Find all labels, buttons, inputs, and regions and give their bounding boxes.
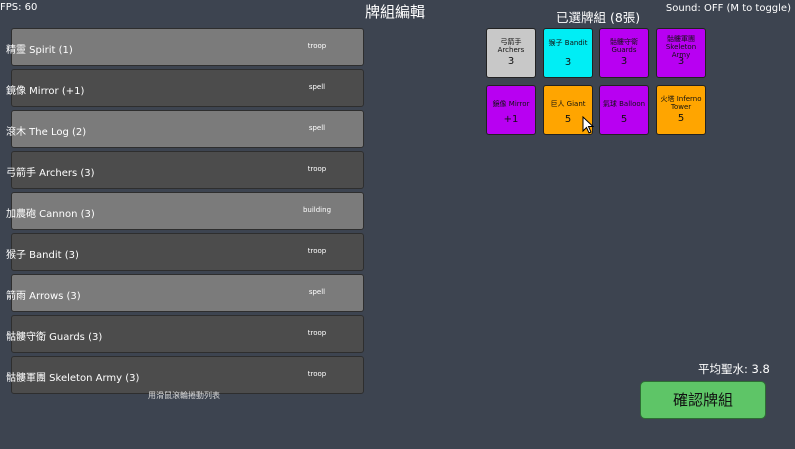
- average-elixir: 平均聖水: 3.8: [698, 362, 770, 376]
- card-list-item-type: troop: [307, 370, 327, 378]
- card-list-item-name: 箭雨 Arrows (3): [6, 291, 81, 302]
- card-list-item[interactable]: 箭雨 Arrows (3) spell: [6, 274, 364, 312]
- deck-card-cost: 3: [564, 57, 572, 68]
- card-list-item-name: 滾木 The Log (2): [6, 127, 87, 138]
- card-list-item[interactable]: 加農砲 Cannon (3) building: [6, 192, 364, 230]
- card-list-item-type: building: [302, 206, 332, 214]
- card-list-item-name: 精靈 Spirit (1): [6, 45, 73, 56]
- card-list-item[interactable]: 骷髏軍團 Skeleton Army (3) troop: [6, 356, 364, 394]
- card-list-item-type: spell: [308, 124, 326, 132]
- deck-card-cost: 3: [677, 56, 685, 67]
- card-list-item-name: 猴子 Bandit (3): [6, 250, 79, 261]
- deck-card-cost: 5: [620, 114, 628, 125]
- deck-card-name: 氣球 Balloon: [602, 100, 646, 108]
- card-list-item[interactable]: 鏡像 Mirror (+1) spell: [6, 69, 364, 107]
- card-list-item-type: troop: [307, 247, 327, 255]
- deck-card-name: 弓箭手 Archers: [497, 38, 525, 54]
- deck-card[interactable]: 猴子 Bandit 3: [543, 28, 593, 78]
- scroll-hint: 用滑鼠滾輪捲動列表: [148, 391, 220, 400]
- deck-card[interactable]: 骷髏守衛 Guards 3: [599, 28, 649, 78]
- card-list-item[interactable]: 骷髏守衛 Guards (3) troop: [6, 315, 364, 353]
- card-list-item-name: 加農砲 Cannon (3): [6, 209, 95, 220]
- page-title: 牌組編輯: [365, 3, 426, 21]
- card-list-item-name: 鏡像 Mirror (+1): [6, 86, 85, 97]
- deck-card-cost: 3: [620, 56, 628, 67]
- card-list-item-type: spell: [308, 288, 326, 296]
- deck-card-name: 巨人 Giant: [550, 100, 586, 108]
- deck-card-cost: 3: [507, 56, 515, 67]
- card-list-item-name: 弓箭手 Archers (3): [6, 168, 95, 179]
- deck-card[interactable]: 弓箭手 Archers 3: [486, 28, 536, 78]
- deck-card-name: 火塔 Inferno Tower: [660, 95, 702, 111]
- deck-card-name: 骷髏守衛 Guards: [610, 38, 638, 54]
- mouse-cursor-icon: [582, 115, 595, 138]
- card-list-item[interactable]: 弓箭手 Archers (3) troop: [6, 151, 364, 189]
- deck-card[interactable]: 骷髏軍團 Skeleton Army 3: [656, 28, 706, 78]
- deck-card[interactable]: 火塔 Inferno Tower 5: [656, 85, 706, 135]
- card-list-item[interactable]: 猴子 Bandit (3) troop: [6, 233, 364, 271]
- deck-card[interactable]: 鏡像 Mirror +1: [486, 85, 536, 135]
- card-list-item-type: troop: [307, 42, 327, 50]
- sound-status: Sound: OFF (M to toggle): [665, 3, 791, 14]
- card-list-item-type: spell: [308, 83, 326, 91]
- deck-card-name: 猴子 Bandit: [548, 39, 588, 47]
- fps-counter: FPS: 60: [0, 2, 38, 13]
- confirm-deck-button[interactable]: 確認牌組: [640, 381, 766, 419]
- deck-card-cost: +1: [503, 114, 519, 125]
- deck-card-cost: 5: [677, 113, 685, 124]
- deck-title: 已選牌組 (8張): [556, 10, 641, 25]
- deck-card-name: 鏡像 Mirror: [492, 100, 530, 108]
- card-list-item-type: troop: [307, 165, 327, 173]
- card-list-item[interactable]: 滾木 The Log (2) spell: [6, 110, 364, 148]
- card-list-item-name: 骷髏守衛 Guards (3): [6, 332, 103, 343]
- card-list-item[interactable]: 精靈 Spirit (1) troop: [6, 28, 364, 66]
- card-list-item-name: 骷髏軍團 Skeleton Army (3): [6, 373, 140, 384]
- deck-card[interactable]: 氣球 Balloon 5: [599, 85, 649, 135]
- card-list-item-type: troop: [307, 329, 327, 337]
